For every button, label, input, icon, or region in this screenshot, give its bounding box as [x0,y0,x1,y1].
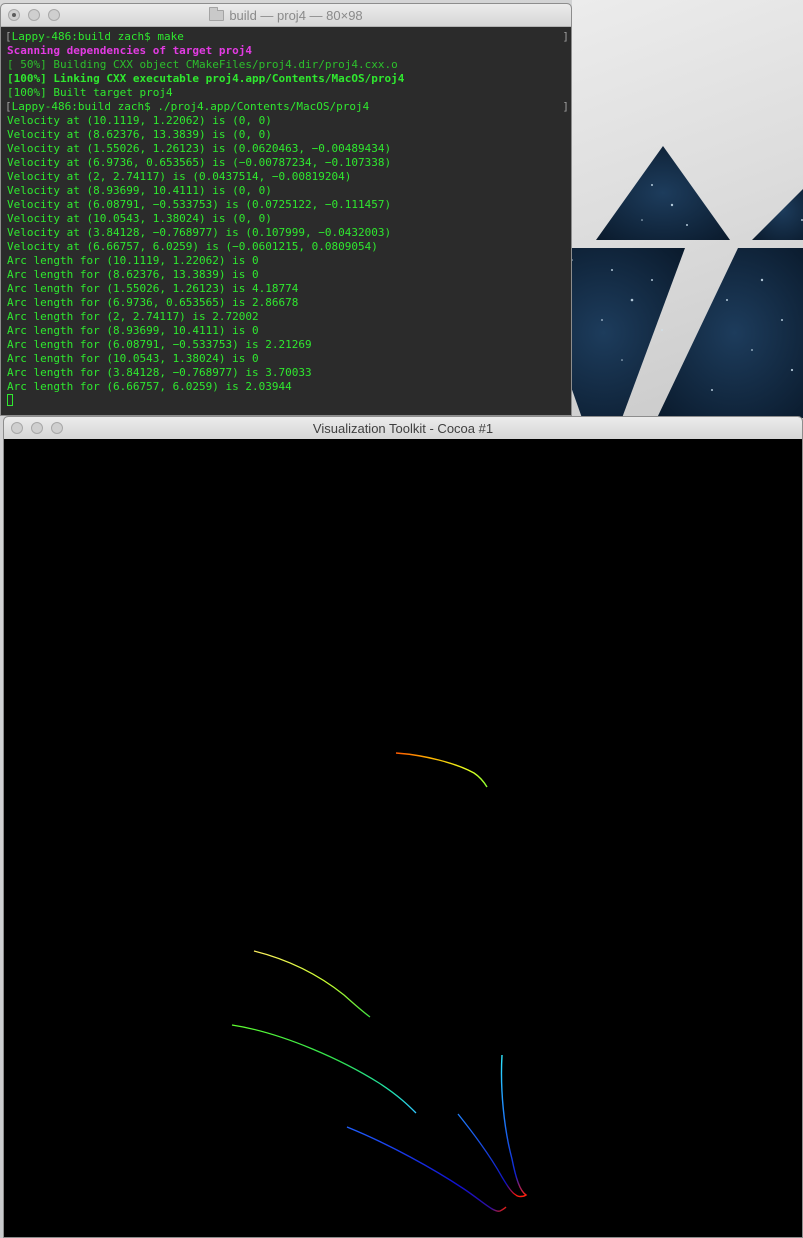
desktop-wallpaper [572,0,803,418]
minimize-button[interactable] [31,422,43,434]
terminal-output[interactable]: [Lappy-486:build zach$ make Scanning dep… [1,27,571,408]
terminal-line: Arc length for (2, 2.74117) is 2.72002 [7,310,259,323]
zoom-button[interactable] [48,9,60,21]
close-button[interactable] [8,9,20,21]
zoom-button[interactable] [51,422,63,434]
folder-icon [209,6,225,21]
terminal-line: Arc length for (3.84128, −0.768977) is 3… [7,366,312,379]
streamline [253,950,371,1018]
terminal-window[interactable]: build — proj4 — 80×98 [Lappy-486:build z… [0,3,572,416]
terminal-line: Arc length for (8.93699, 10.4111) is 0 [7,324,259,337]
terminal-line: Scanning dependencies of target proj4 [7,44,253,57]
vtk-title: Visualization Toolkit - Cocoa #1 [312,420,494,436]
terminal-cursor-line [1,394,571,408]
terminal-line: [100%] Linking CXX executable proj4.app/… [7,72,405,85]
terminal-line: Arc length for (10.0543, 1.38024) is 0 [7,352,259,365]
terminal-line: Arc length for (1.55026, 1.26123) is 4.1… [7,282,299,295]
terminal-title: build — proj4 — 80×98 [229,7,363,23]
streamline [395,752,488,788]
terminal-line: Arc length for (6.9736, 0.653565) is 2.8… [7,296,299,309]
streamline [500,1054,528,1198]
terminal-line: Velocity at (10.0543, 1.38024) is (0, 0) [7,212,272,225]
vtk-window[interactable]: Visualization Toolkit - Cocoa #1 [3,416,803,1238]
terminal-line: Arc length for (10.1119, 1.22062) is 0 [7,254,259,267]
terminal-line: [100%] Built target proj4 [7,86,173,99]
terminal-line: [Lappy-486:build zach$ ./proj4.app/Conte… [5,100,370,113]
streamline [346,1126,507,1212]
render-canvas[interactable] [4,439,802,1237]
terminal-line: Velocity at (2, 2.74117) is (0.0437514, … [7,170,352,183]
terminal-line: Velocity at (6.08791, −0.533753) is (0.0… [7,198,392,211]
streamline [231,1024,417,1114]
wallpaper-triangles [572,146,803,418]
terminal-titlebar[interactable]: build — proj4 — 80×98 [1,4,571,27]
vtk-titlebar[interactable]: Visualization Toolkit - Cocoa #1 [4,417,802,440]
terminal-line: Velocity at (10.1119, 1.22062) is (0, 0) [7,114,272,127]
terminal-line: Arc length for (8.62376, 13.3839) is 0 [7,268,259,281]
terminal-line: [Lappy-486:build zach$ make [5,30,184,43]
terminal-line: Velocity at (1.55026, 1.26123) is (0.062… [7,142,392,155]
terminal-line: Velocity at (8.93699, 10.4111) is (0, 0) [7,184,272,197]
terminal-line: Velocity at (6.9736, 0.653565) is (−0.00… [7,156,392,169]
terminal-line: Velocity at (6.66757, 6.0259) is (−0.060… [7,240,378,253]
minimize-button[interactable] [28,9,40,21]
terminal-line: Arc length for (6.66757, 6.0259) is 2.03… [7,380,292,393]
terminal-line: Arc length for (6.08791, −0.533753) is 2… [7,338,312,351]
streamlines-plot[interactable] [4,439,802,1237]
text-cursor [7,394,13,406]
terminal-mark: ] [562,30,569,43]
streamline [457,1113,517,1196]
close-button[interactable] [11,422,23,434]
window-controls [11,422,63,434]
terminal-line: [ 50%] Building CXX object CMakeFiles/pr… [7,58,398,71]
terminal-mark: ] [562,100,569,113]
terminal-line: Velocity at (8.62376, 13.3839) is (0, 0) [7,128,272,141]
terminal-line: Velocity at (3.84128, −0.768977) is (0.1… [7,226,392,239]
window-controls [8,9,60,21]
